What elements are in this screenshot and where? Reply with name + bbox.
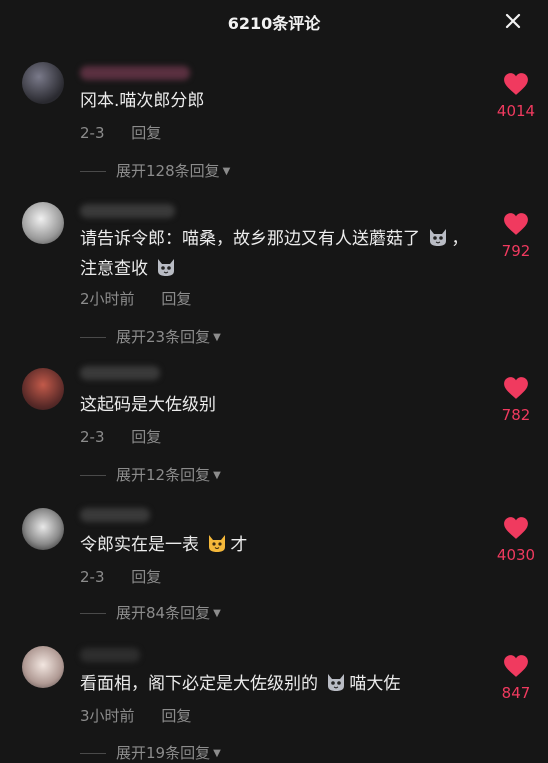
username-blurred[interactable]: [80, 508, 150, 522]
comment-text-part: 喵大佐: [349, 674, 401, 694]
comment-time: 2-3: [80, 428, 105, 446]
comment-meta: 2小时前 回复: [80, 288, 191, 309]
heart-icon: [504, 73, 528, 95]
like-count: 847: [501, 684, 531, 702]
divider-line: [80, 613, 106, 614]
expand-replies-button[interactable]: 展开128条回复 ▼: [80, 160, 230, 181]
divider-line: [80, 475, 106, 476]
caret-down-icon: ▼: [222, 166, 231, 177]
comment-text-part: 冈本.喵次郎分郎: [80, 91, 205, 111]
close-icon[interactable]: [500, 8, 526, 34]
avatar[interactable]: [22, 368, 64, 410]
cat-emoji-icon: [158, 259, 175, 276]
comment-text: 这起码是大佐级别: [80, 390, 485, 420]
heart-icon: [504, 377, 528, 399]
comment-text: 请告诉令郎：喵桑，故乡那边又有人送蘑菇了 ，注意查收: [80, 224, 485, 284]
like-button[interactable]: 4030: [486, 516, 546, 564]
comment-text-part: 看面相，阁下必定是大佐级别的: [80, 674, 318, 694]
avatar[interactable]: [22, 508, 64, 550]
heart-icon: [504, 213, 528, 235]
comment-meta: 2-3 回复: [80, 566, 161, 587]
comment-time: 2小时前: [80, 290, 135, 308]
comment-text: 冈本.喵次郎分郎: [80, 86, 485, 116]
reply-button[interactable]: 回复: [161, 707, 191, 725]
divider-line: [80, 171, 106, 172]
like-count: 4030: [496, 546, 536, 564]
comment-time: 2-3: [80, 124, 105, 142]
expand-replies-button[interactable]: 展开84条回复 ▼: [80, 602, 221, 623]
expand-replies-label: 展开12条回复: [116, 466, 211, 484]
comment-text: 令郎实在是一表 才: [80, 530, 485, 560]
reply-button[interactable]: 回复: [131, 568, 161, 586]
comment-item: 请告诉令郎：喵桑，故乡那边又有人送蘑菇了 ，注意查收 2小时前 回复 展开23条…: [0, 198, 548, 348]
like-button[interactable]: 4014: [486, 72, 546, 120]
divider-line: [80, 337, 106, 338]
comment-meta: 3小时前 回复: [80, 705, 191, 726]
avatar[interactable]: [22, 202, 64, 244]
like-button[interactable]: 792: [486, 212, 546, 260]
comments-title: 6210条评论: [227, 14, 321, 33]
like-button[interactable]: 782: [486, 376, 546, 424]
comment-item: 看面相，阁下必定是大佐级别的 喵大佐 3小时前 回复 展开19条回复 ▼ 847: [0, 642, 548, 762]
username-blurred[interactable]: [80, 648, 140, 662]
username-blurred[interactable]: [80, 366, 160, 380]
like-count: 792: [501, 242, 531, 260]
comment-item: 令郎实在是一表 才 2-3 回复 展开84条回复 ▼ 4030: [0, 502, 548, 632]
caret-down-icon: ▼: [213, 332, 221, 343]
like-button[interactable]: 847: [486, 654, 546, 702]
comment-text-part: 这起码是大佐级别: [80, 395, 216, 415]
expand-replies-button[interactable]: 展开12条回复 ▼: [80, 464, 221, 485]
heart-icon: [504, 517, 528, 539]
comment-text-part: 令郎实在是一表: [80, 535, 199, 555]
expand-replies-label: 展开19条回复: [116, 744, 211, 762]
reply-button[interactable]: 回复: [161, 290, 191, 308]
avatar[interactable]: [22, 646, 64, 688]
caret-down-icon: ▼: [213, 748, 221, 759]
reply-button[interactable]: 回复: [131, 124, 161, 142]
expand-replies-label: 展开128条回复: [116, 162, 220, 180]
cat-emoji-icon: [430, 229, 447, 246]
cat-emoji-icon: [328, 674, 345, 691]
comment-time: 2-3: [80, 568, 105, 586]
comment-text-part: 才: [230, 535, 248, 555]
cat-face-emoji-icon: [209, 535, 226, 552]
comment-item: 冈本.喵次郎分郎 2-3 回复 展开128条回复 ▼ 4014: [0, 58, 548, 188]
username-blurred[interactable]: [80, 66, 190, 80]
comment-time: 3小时前: [80, 707, 135, 725]
expand-replies-button[interactable]: 展开23条回复 ▼: [80, 326, 221, 347]
reply-button[interactable]: 回复: [131, 428, 161, 446]
caret-down-icon: ▼: [213, 470, 221, 481]
caret-down-icon: ▼: [213, 608, 221, 619]
comment-meta: 2-3 回复: [80, 122, 161, 143]
comment-meta: 2-3 回复: [80, 426, 161, 447]
expand-replies-label: 展开23条回复: [116, 328, 211, 346]
divider-line: [80, 753, 106, 754]
comment-item: 这起码是大佐级别 2-3 回复 展开12条回复 ▼ 782: [0, 362, 548, 492]
like-count: 782: [501, 406, 531, 424]
username-blurred[interactable]: [80, 204, 175, 218]
avatar[interactable]: [22, 62, 64, 104]
comment-text: 看面相，阁下必定是大佐级别的 喵大佐: [80, 669, 485, 699]
heart-icon: [504, 655, 528, 677]
comments-header: 6210条评论: [0, 0, 548, 44]
comment-text-part: 请告诉令郎：喵桑，故乡那边又有人送蘑菇了: [80, 229, 420, 249]
like-count: 4014: [496, 102, 536, 120]
expand-replies-label: 展开84条回复: [116, 604, 211, 622]
